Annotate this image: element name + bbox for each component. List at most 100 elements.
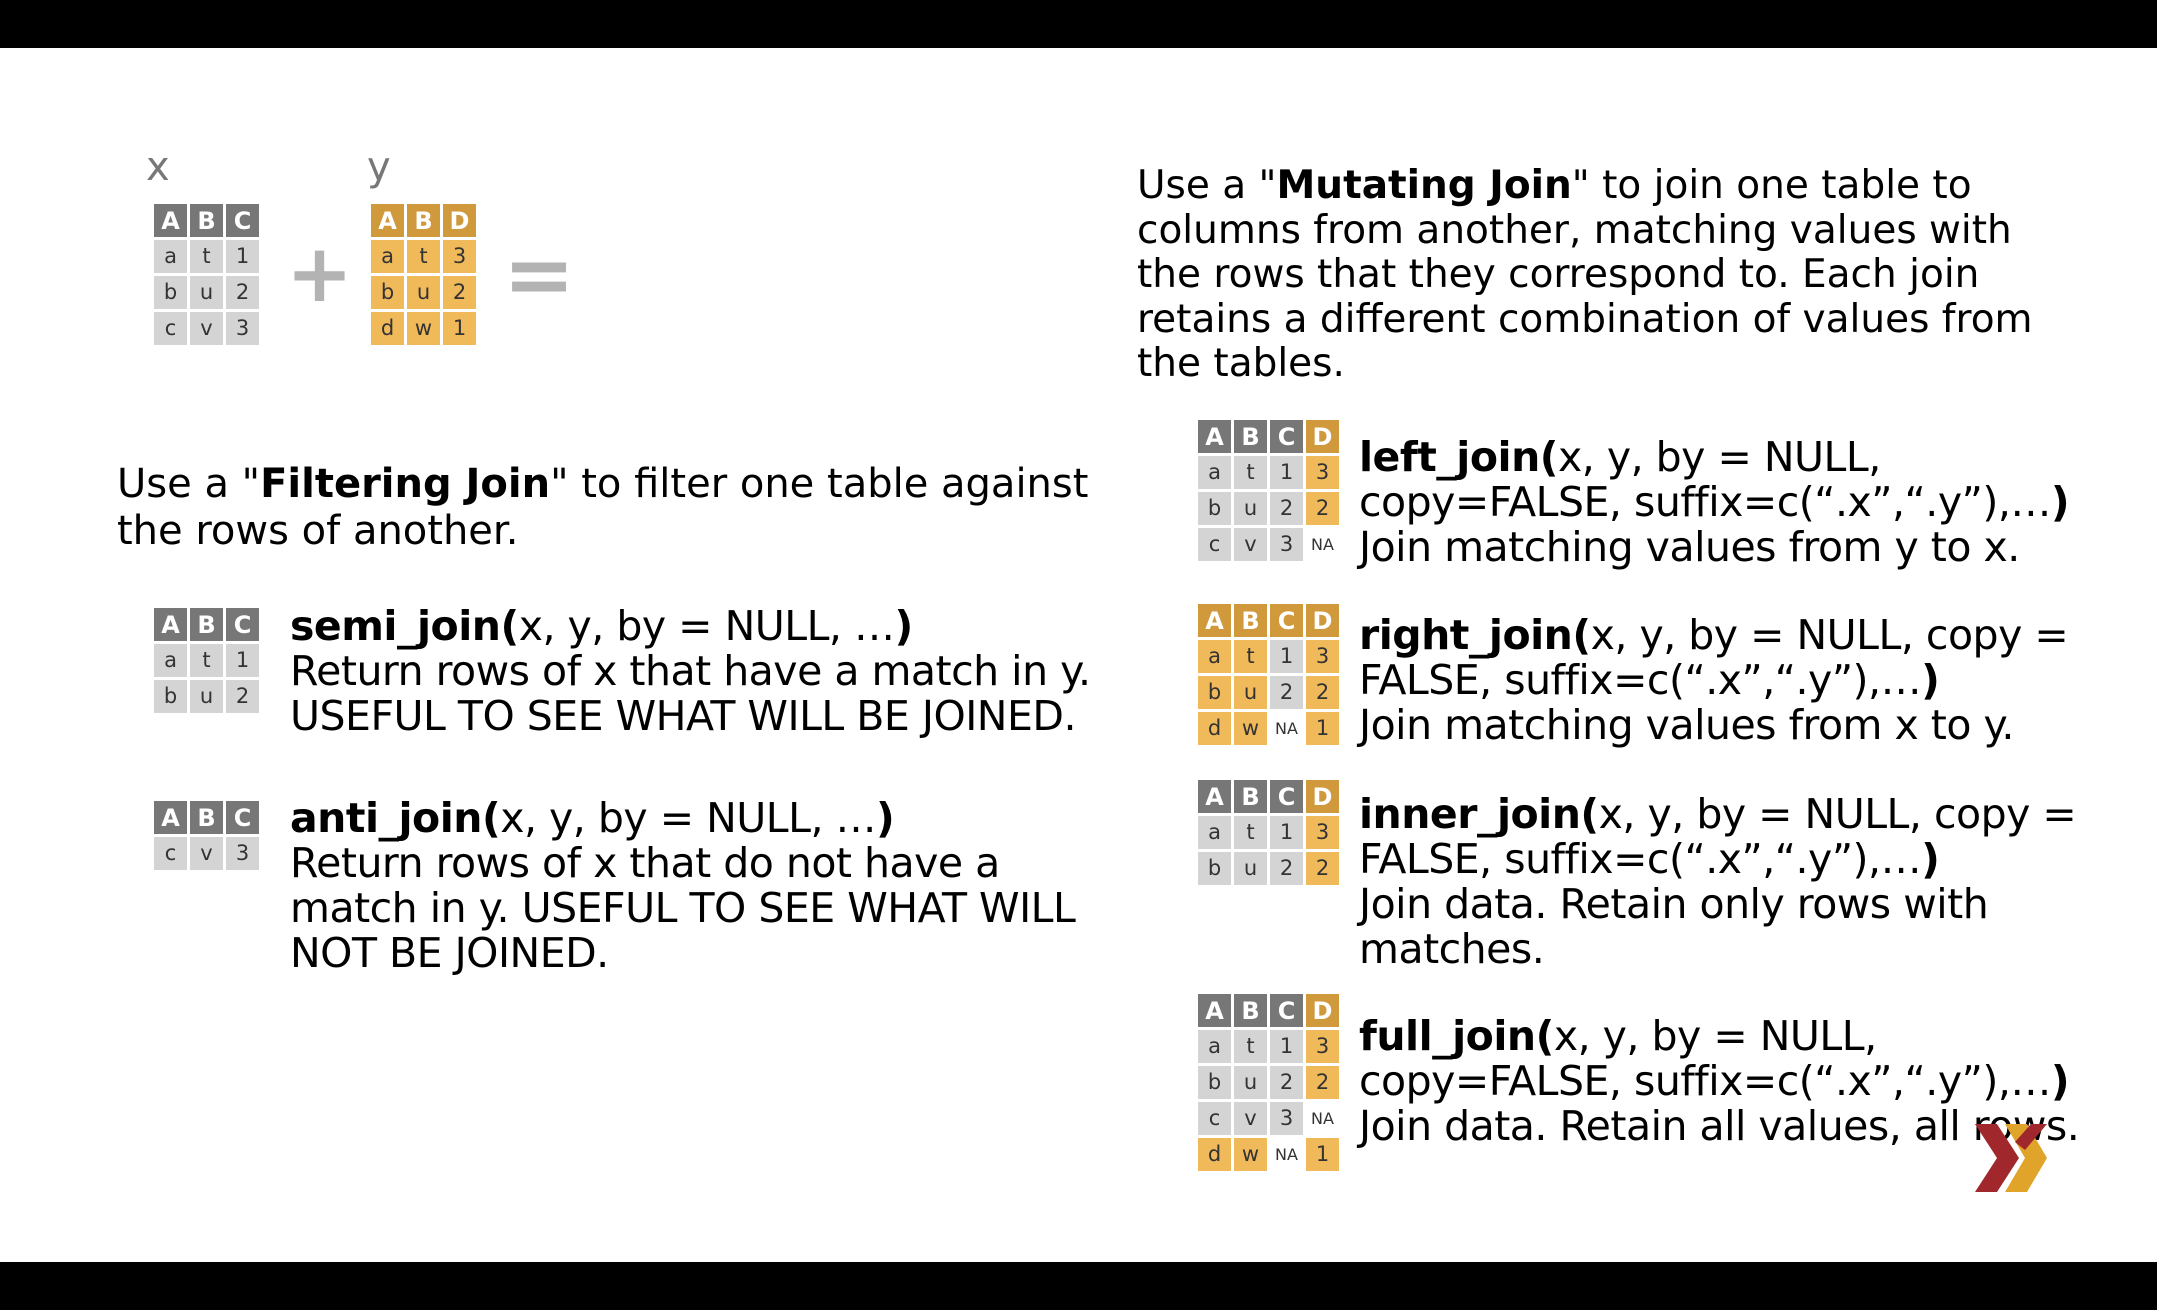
table-cell: 3 [226,837,259,870]
table-cell: v [190,312,223,345]
table-header-row: ABCD [1198,604,1342,640]
table-header-cell: A [371,204,404,237]
table-row: at13 [1198,456,1342,492]
table-header-cell: B [1234,994,1267,1027]
table-header-row: ABCD [1198,420,1342,456]
table-cell: 1 [1270,456,1303,489]
table-row: bu2 [154,276,262,312]
table-cell: c [1198,1102,1231,1135]
full-join-table: A B C Da t 1 3 b u 2 2 c v 3 NA d w NA 1 [1198,994,1342,1174]
table-cell: d [1198,712,1231,745]
table-cell: 3 [1306,456,1339,489]
left-join-block: left_join(x, y, by = NULL, copy=FALSE, s… [1359,433,2070,571]
table-cell: w [1234,1138,1267,1171]
table-header-cell: A [154,608,187,641]
table-row: cv3 [154,837,262,873]
table-header-cell: B [1234,604,1267,637]
table-header-cell: A [1198,780,1231,813]
table-cell: t [1234,456,1267,489]
table-row: bu22 [1198,852,1342,888]
table-cell: 3 [1270,528,1303,561]
table-cell: 1 [1306,1138,1339,1171]
table-header-row: ABC [154,204,262,240]
table-cell: v [190,837,223,870]
table-cell: d [371,312,404,345]
table-cell: c [1198,528,1231,561]
right-join-table: A B C Da t 1 3 b u 2 2 d w NA 1 [1198,604,1342,748]
table-header-cell: B [190,608,223,641]
equals-sign: = [503,225,576,325]
table-cell: 2 [226,680,259,713]
table-cell: w [1234,712,1267,745]
table-cell: 1 [1270,816,1303,849]
table-row: d w NA 1 [1198,1138,1342,1174]
table-row: bu22 [1198,492,1342,528]
table-header-cell: D [1306,780,1339,813]
table-row: at13 [1198,1030,1342,1066]
anti-join-table: ABCcv3 [154,801,262,873]
table-cell: NA [1270,1138,1303,1171]
table-cell: 3 [1270,1102,1303,1135]
table-cell: 2 [1306,1066,1339,1099]
table-header-cell: C [1270,420,1303,453]
table-header-cell: D [443,204,476,237]
table-header-row: ABC [154,801,262,837]
table-cell: 1 [1270,640,1303,673]
inner-join-table: ABCDat13bu22 [1198,780,1342,888]
table-cell: a [371,240,404,273]
table-cell: t [1234,1030,1267,1063]
table-cell: NA [1270,712,1303,745]
semi-join-table: ABCat1bu2 [154,608,262,716]
table-cell: 2 [1270,852,1303,885]
table-header-cell: D [1306,420,1339,453]
table-header-cell: C [226,204,259,237]
x-logo-icon [1975,1124,2047,1192]
table-cell: v [1234,528,1267,561]
table-cell: 2 [443,276,476,309]
table-cell: 2 [1306,676,1339,709]
table-header-cell: A [1198,604,1231,637]
table-cell: u [1234,676,1267,709]
table-header-cell: C [1270,994,1303,1027]
table-cell: a [154,644,187,677]
table-cell: a [1198,1030,1231,1063]
table-cell: a [154,240,187,273]
table-row: dw1 [371,312,479,348]
table-header-row: ABD [371,204,479,240]
table-cell: v [1234,1102,1267,1135]
table-cell: 3 [1306,1030,1339,1063]
table-header-cell: B [1234,420,1267,453]
table-header-row: ABCD [1198,780,1342,816]
table-header-cell: B [1234,780,1267,813]
full-join-block: full_join(x, y, by = NULL, copy=FALSE, s… [1359,1012,2080,1150]
table-row: at3 [371,240,479,276]
table-cell: b [1198,492,1231,525]
table-row: c v 3 NA [1198,1102,1342,1138]
table-cell: 1 [226,240,259,273]
table-cell: 2 [1306,852,1339,885]
table-cell: u [190,276,223,309]
table-header-cell: C [1270,780,1303,813]
table-header-cell: B [190,801,223,834]
table-cell: t [1234,816,1267,849]
table-cell: 1 [443,312,476,345]
table-cell: a [1198,640,1231,673]
anti-join-block: anti_join(x, y, by = NULL, …) Return row… [290,794,1076,977]
table-cell: a [1198,456,1231,489]
table-cell: u [1234,1066,1267,1099]
table-cell: 2 [1306,492,1339,525]
table-cell: w [407,312,440,345]
table-header-cell: C [1270,604,1303,637]
left-join-table: A B C Da t 1 3 b u 2 2 c v 3 NA [1198,420,1342,564]
table-cell: b [1198,852,1231,885]
table-cell: 2 [1270,492,1303,525]
table-header-cell: A [154,204,187,237]
table-row: at1 [154,644,262,680]
table-cell: u [407,276,440,309]
table-cell: NA [1306,528,1339,561]
y-table: ABDat3bu2dw1 [371,204,479,348]
table-row: bu2 [154,680,262,716]
table-cell: 3 [1306,640,1339,673]
table-header-cell: C [226,801,259,834]
table-cell: b [154,680,187,713]
